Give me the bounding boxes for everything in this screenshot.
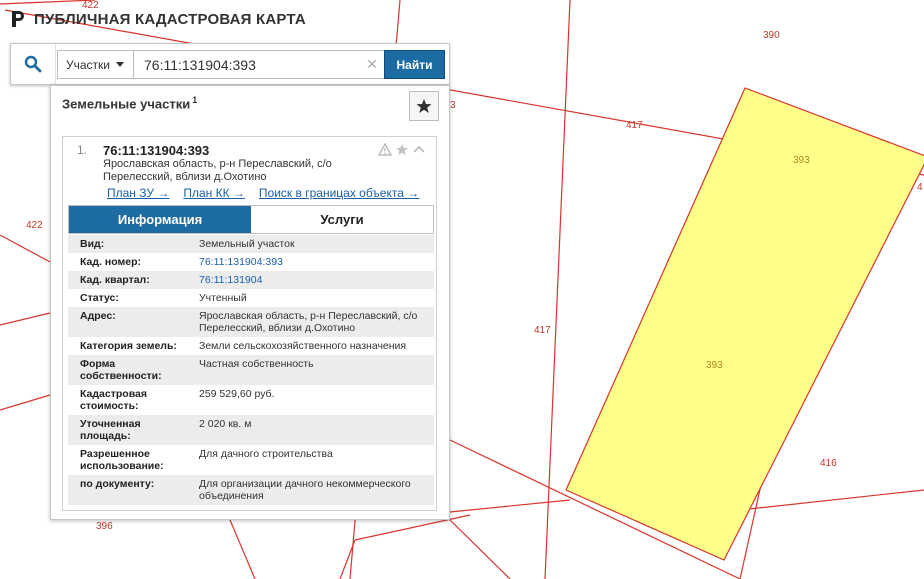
table-row: Уточненная площадь: 2 020 кв. м bbox=[68, 415, 434, 445]
map-label: 3 bbox=[450, 100, 456, 111]
table-row: Категория земель: Земли сельскохозяйствен… bbox=[68, 337, 434, 355]
map-label: 416 bbox=[820, 458, 837, 469]
field-value: Учтенный bbox=[189, 289, 434, 307]
parcel-boundary bbox=[0, 234, 51, 263]
map-label: 417 bbox=[534, 325, 551, 336]
field-value: 259 529,60 руб. bbox=[189, 385, 434, 415]
caret-down-icon bbox=[116, 62, 124, 67]
tab-services[interactable]: Услуги bbox=[251, 206, 433, 233]
field-value: Для дачного строительства bbox=[189, 445, 434, 475]
results-panel: Земельные участки 1 1. 76:11:131904:393 Я… bbox=[50, 85, 450, 520]
rosreestr-logo-icon bbox=[12, 11, 24, 27]
table-row: Форма собственности: Частная собственност… bbox=[68, 355, 434, 385]
results-title-text: Земельные участки bbox=[62, 96, 191, 112]
warning-icon[interactable] bbox=[378, 143, 392, 156]
results-title: Земельные участки 1 bbox=[62, 95, 197, 111]
field-label: Статус: bbox=[68, 289, 189, 307]
parcel-boundary bbox=[449, 519, 511, 579]
divider bbox=[55, 44, 56, 84]
field-value: Ярославская область, р-н Переславский, с… bbox=[189, 307, 434, 337]
parcel-boundary bbox=[0, 394, 51, 411]
find-button[interactable]: Найти bbox=[384, 50, 445, 79]
table-row: по документу: Для организации дачного нек… bbox=[68, 475, 434, 505]
field-label: Категория земель: bbox=[68, 337, 189, 355]
star-icon[interactable] bbox=[395, 143, 409, 156]
parcel-boundary bbox=[449, 499, 571, 513]
field-value: Земли сельскохозяйственного назначения bbox=[189, 337, 434, 355]
table-row: Статус: Учтенный bbox=[68, 289, 434, 307]
field-label: Кад. квартал: bbox=[68, 271, 189, 289]
field-label: Уточненная площадь: bbox=[68, 415, 189, 445]
search-type-dropdown[interactable]: Участки bbox=[58, 51, 134, 78]
map-label-selected: 393 bbox=[706, 360, 723, 371]
result-cad-number[interactable]: 76:11:131904:393 bbox=[103, 143, 209, 158]
table-row: Кад. номер: 76:11:131904:393 bbox=[68, 253, 434, 271]
map-label: 390 bbox=[763, 30, 780, 41]
field-label: Вид: bbox=[68, 235, 189, 253]
table-row: Вид: Земельный участок bbox=[68, 235, 434, 253]
table-row: Адрес: Ярославская область, р-н Переславс… bbox=[68, 307, 434, 337]
selected-parcel bbox=[565, 87, 924, 561]
field-label: Форма собственности: bbox=[68, 355, 189, 385]
field-value: 2 020 кв. м bbox=[189, 415, 434, 445]
favorites-button[interactable] bbox=[409, 91, 439, 121]
parcel-boundary bbox=[0, 312, 51, 326]
link-search-bounds[interactable]: Поиск в границах объекта → bbox=[259, 186, 419, 200]
map-label: 422 bbox=[26, 220, 43, 231]
map-label-selected: 393 bbox=[793, 155, 810, 166]
result-tabs: Информация Услуги bbox=[68, 205, 434, 234]
result-index: 1. bbox=[77, 143, 88, 157]
search-type-label: Участки bbox=[66, 57, 110, 72]
parcel-boundary bbox=[0, 0, 96, 5]
map-label: 396 bbox=[96, 521, 113, 532]
field-value: Частная собственность bbox=[189, 355, 434, 385]
field-label: Кад. номер: bbox=[68, 253, 189, 271]
star-icon bbox=[416, 99, 432, 113]
field-label: Разрешенное использование: bbox=[68, 445, 189, 475]
parcel-boundary bbox=[229, 519, 256, 579]
table-row: Кад. квартал: 76:11:131904 bbox=[68, 271, 434, 289]
link-plan-zu[interactable]: План ЗУ → bbox=[107, 186, 169, 200]
app-header: ПУБЛИЧНАЯ КАДАСТРОВАЯ КАРТА bbox=[10, 10, 306, 28]
info-table: Вид: Земельный участок Кад. номер: 76:11:13… bbox=[68, 235, 434, 505]
search-panel: Участки ✕ Найти bbox=[10, 43, 450, 85]
tab-information[interactable]: Информация bbox=[69, 206, 251, 233]
field-value[interactable]: 76:11:131904:393 bbox=[189, 253, 434, 271]
clear-icon[interactable]: ✕ bbox=[360, 51, 384, 78]
chevron-up-icon[interactable] bbox=[412, 143, 426, 156]
field-value: Земельный участок bbox=[189, 235, 434, 253]
map-label: 4 bbox=[917, 182, 923, 193]
map-label: 417 bbox=[626, 120, 643, 131]
table-row: Кадастровая стоимость: 259 529,60 руб. bbox=[68, 385, 434, 415]
parcel-boundary bbox=[339, 539, 356, 579]
field-label: Адрес: bbox=[68, 307, 189, 337]
link-plan-kk[interactable]: План КК → bbox=[183, 186, 245, 200]
search-box: Участки ✕ bbox=[57, 50, 385, 79]
result-address: Ярославская область, р-н Переславский, с… bbox=[103, 158, 332, 183]
field-value: Для организации дачного некоммерческого … bbox=[189, 475, 434, 505]
table-row: Разрешенное использование: Для дачного ст… bbox=[68, 445, 434, 475]
result-actions bbox=[378, 143, 426, 156]
results-count: 1 bbox=[192, 95, 198, 105]
search-input[interactable] bbox=[134, 51, 360, 78]
field-value[interactable]: 76:11:131904 bbox=[189, 271, 434, 289]
app-title: ПУБЛИЧНАЯ КАДАСТРОВАЯ КАРТА bbox=[34, 10, 306, 28]
result-card[interactable]: 1. 76:11:131904:393 Ярославская область,… bbox=[62, 136, 437, 511]
field-label: Кадастровая стоимость: bbox=[68, 385, 189, 415]
parcel-boundary bbox=[739, 489, 924, 511]
result-links: План ЗУ → План КК → Поиск в границах объ… bbox=[107, 186, 419, 200]
search-icon[interactable] bbox=[19, 52, 47, 76]
field-label: по документу: bbox=[68, 475, 189, 505]
